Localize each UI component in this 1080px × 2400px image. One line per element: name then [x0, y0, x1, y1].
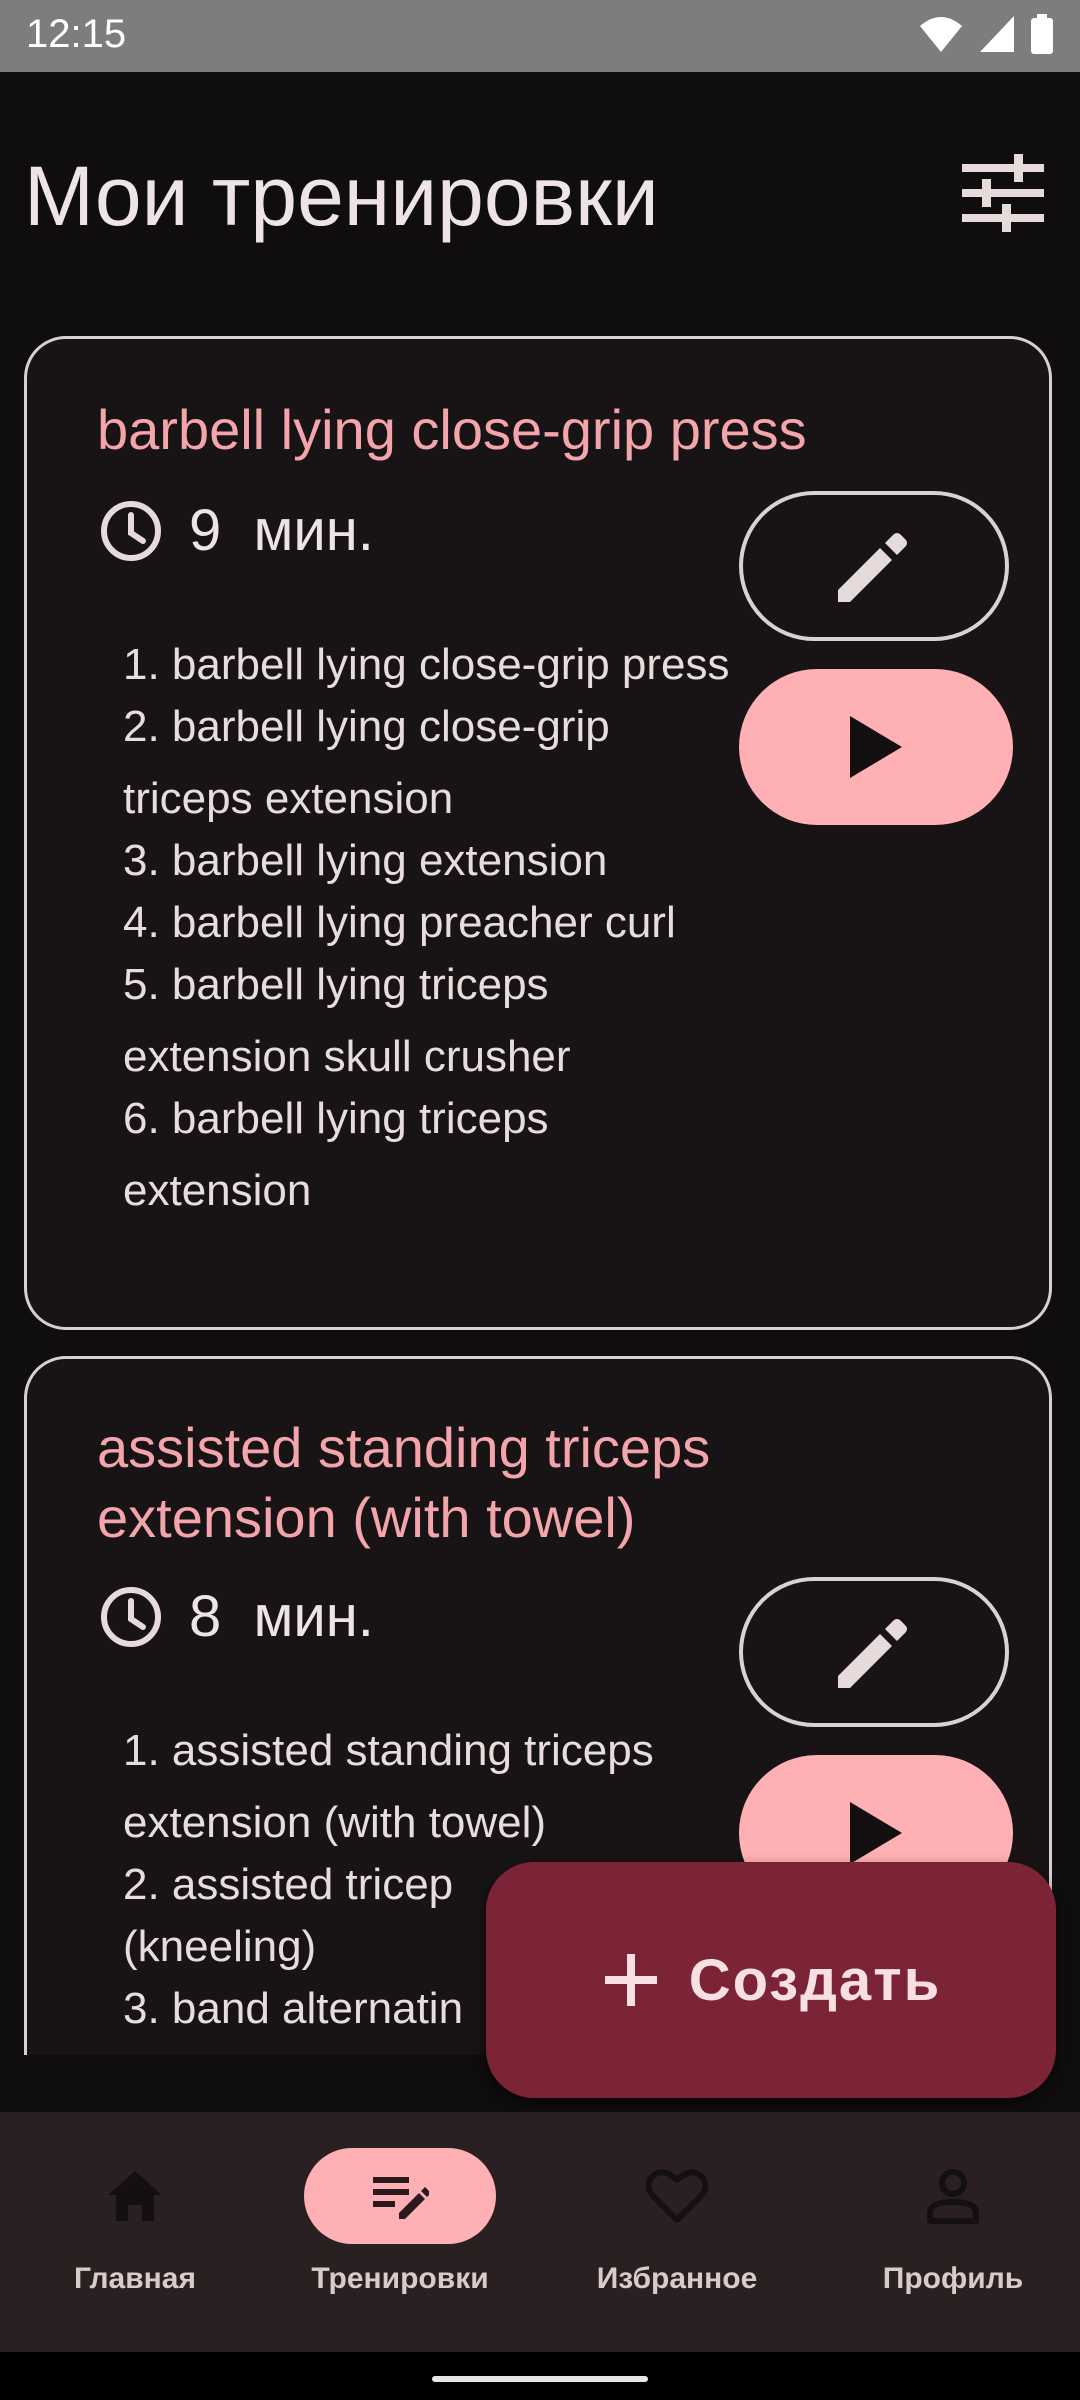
bottom-navigation: Главная Тренировки Избранное Профиль: [0, 2112, 1080, 2352]
edit-workout-button[interactable]: [739, 491, 1009, 641]
workout-title: assisted standing triceps extension (wit…: [97, 1416, 711, 1549]
exercise-item: 1. assisted standing triceps extension (…: [123, 1726, 654, 1847]
duration-unit: мин.: [253, 498, 374, 563]
clock-icon: [101, 1586, 161, 1647]
tune-icon: [962, 154, 1044, 232]
system-navigation-bar: [0, 2352, 1080, 2400]
exercise-item: 6. barbell lying triceps extension: [123, 1094, 549, 1215]
workout-card[interactable]: barbell lying close-grip press 9 мин. 1.: [24, 336, 1052, 1330]
duration-value: 8: [189, 1584, 222, 1649]
nav-label-favorites: Избранное: [596, 2262, 758, 2295]
status-bar: 12:15: [0, 0, 1080, 72]
wifi-icon: [920, 17, 962, 52]
nav-label-home: Главная: [73, 2262, 196, 2295]
status-time: 12:15: [26, 12, 127, 56]
exercise-item: 5. barbell lying triceps extension skull…: [123, 960, 571, 1081]
nav-item-favorites[interactable]: Избранное: [542, 2148, 812, 2328]
nav-item-home[interactable]: Главная: [0, 2148, 270, 2328]
person-icon: [927, 2169, 979, 2224]
status-icons: [918, 14, 1054, 54]
play-icon: [850, 1802, 902, 1864]
gesture-handle[interactable]: [432, 2376, 648, 2382]
exercise-item: 2. barbell lying close-grip triceps exte…: [123, 702, 610, 823]
workout-duration: 8 мин.: [99, 1583, 374, 1650]
plus-icon: [604, 1954, 657, 2006]
nav-item-workouts[interactable]: Тренировки: [265, 2148, 535, 2328]
home-icon: [108, 2171, 162, 2221]
pencil-icon: [838, 533, 907, 602]
start-workout-button[interactable]: [739, 669, 1013, 825]
duration-unit: мин.: [253, 1584, 374, 1649]
heart-icon: [646, 2169, 708, 2223]
nav-item-profile[interactable]: Профиль: [818, 2148, 1080, 2328]
duration-value: 9: [189, 498, 222, 563]
filter-button[interactable]: [958, 148, 1048, 238]
edit-workout-button[interactable]: [739, 1577, 1009, 1727]
workout-title: barbell lying close-grip press: [97, 398, 807, 461]
workout-list[interactable]: barbell lying close-grip press 9 мин. 1.: [0, 300, 1080, 2055]
workout-duration: 9 мин.: [99, 497, 374, 564]
workouts-edit-icon: [373, 2177, 429, 2219]
pencil-icon: [838, 1619, 907, 1688]
signal-icon: [980, 16, 1014, 52]
play-icon: [850, 716, 902, 778]
create-workout-button[interactable]: Создать: [486, 1862, 1056, 2098]
create-button-label: Создать: [688, 1947, 942, 2013]
clock-icon: [101, 500, 161, 561]
page-title: Мои тренировки: [24, 149, 659, 243]
nav-label-profile: Профиль: [882, 2262, 1024, 2295]
exercise-list: 1. barbell lying close-grip press 2. bar…: [123, 629, 743, 1227]
nav-label-workouts: Тренировки: [311, 2262, 489, 2295]
battery-icon: [1031, 14, 1053, 54]
